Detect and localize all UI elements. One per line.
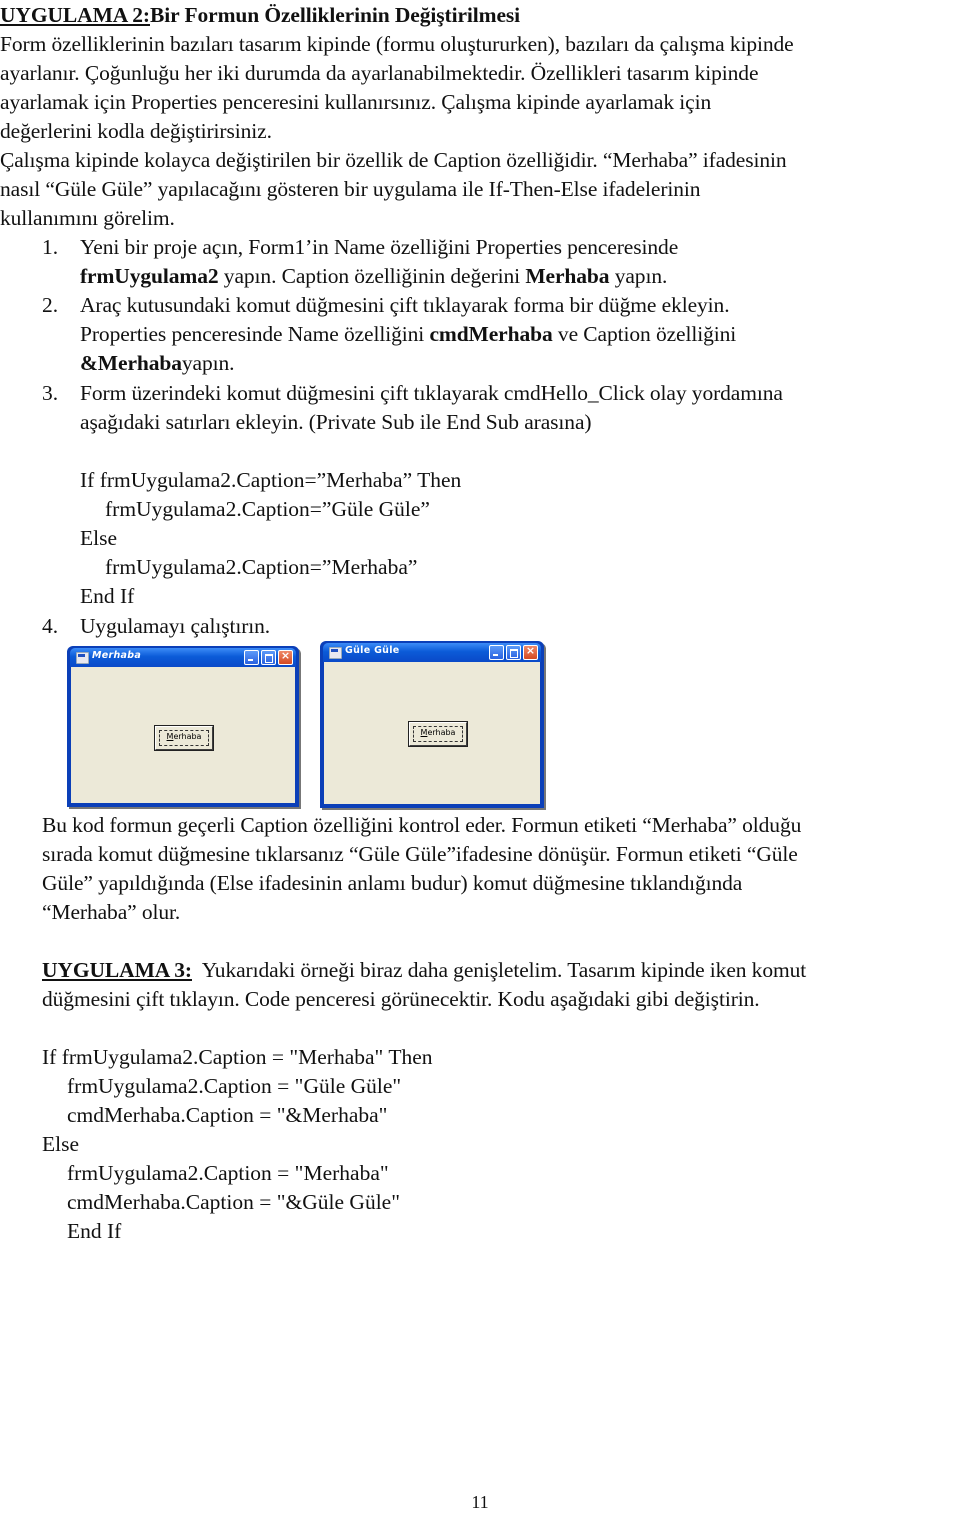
step-number: 2. bbox=[42, 293, 59, 317]
explanation-line: Bu kod formun geçerli Caption özelliğini… bbox=[42, 813, 802, 837]
form-window-merhaba: Merhaba × Merhaba bbox=[67, 646, 299, 807]
bold-term: &Merhaba bbox=[80, 351, 182, 375]
close-icon[interactable]: × bbox=[278, 649, 293, 665]
maximize-icon[interactable] bbox=[506, 645, 521, 660]
section3-intro: UYGULAMA 3: Yukarıdaki örneği biraz daha… bbox=[42, 956, 806, 985]
step-text-part: yapın. bbox=[609, 264, 668, 288]
merhaba-command-button[interactable]: Merhaba bbox=[154, 725, 214, 751]
code-line: Else bbox=[42, 1132, 80, 1156]
accelerator-key: M bbox=[420, 728, 428, 737]
title-bar: Merhaba × bbox=[70, 648, 296, 667]
code-line: cmdMerhaba.Caption = "&Güle Güle" bbox=[67, 1190, 400, 1214]
step-text-part: yapın. Caption özelliğinin değerini bbox=[218, 264, 526, 288]
window-title: Merhaba bbox=[92, 650, 142, 661]
window-title: Güle Güle bbox=[345, 645, 400, 656]
step-text: &Merhabayapın. bbox=[80, 349, 235, 378]
section2-heading-title: Bir Formun Özelliklerinin Değiştirilmesi bbox=[150, 3, 521, 27]
code-line: frmUygulama2.Caption=”Güle Güle” bbox=[105, 497, 430, 521]
explanation-line: sırada komut düğmesine tıklarsanız “Güle… bbox=[42, 842, 798, 866]
form-icon bbox=[76, 652, 89, 664]
page-number: 11 bbox=[471, 1492, 489, 1512]
intro-line: kullanımını görelim. bbox=[0, 206, 175, 230]
button-label: Merhaba bbox=[166, 732, 202, 741]
code-line: End If bbox=[67, 1219, 122, 1243]
code-line: cmdMerhaba.Caption = "&Merhaba" bbox=[67, 1103, 388, 1127]
section3-text: düğmesini çift tıklayın. Code penceresi … bbox=[42, 987, 760, 1011]
code-line: frmUygulama2.Caption = "Merhaba" bbox=[67, 1161, 389, 1185]
step-text: Araç kutusundaki komut düğmesini çift tı… bbox=[80, 293, 730, 317]
intro-line: değerlerini kodla değiştirirsiniz. bbox=[0, 119, 272, 143]
intro-line: ayarlanır. Çoğunluğu her iki durumda da … bbox=[0, 61, 759, 85]
code-line: frmUygulama2.Caption=”Merhaba” bbox=[105, 555, 418, 579]
title-bar: Güle Güle × bbox=[323, 643, 541, 662]
code-line: End If bbox=[80, 584, 135, 608]
accelerator-key: M bbox=[166, 732, 174, 741]
section3-text: Yukarıdaki örneği biraz daha genişleteli… bbox=[192, 958, 807, 982]
step-text: frmUygulama2 yapın. Caption özelliğinin … bbox=[80, 262, 667, 291]
step-text: aşağıdaki satırları ekleyin. (Private Su… bbox=[80, 410, 592, 434]
merhaba-command-button[interactable]: Merhaba bbox=[408, 721, 468, 747]
button-label: Merhaba bbox=[420, 728, 456, 737]
maximize-icon[interactable] bbox=[261, 650, 276, 665]
step-number: 1. bbox=[42, 235, 59, 259]
step-text-part: ve Caption özelliğini bbox=[552, 322, 737, 346]
step-text: Properties penceresinde Name özelliğini … bbox=[80, 320, 736, 349]
section3-heading: UYGULAMA 3: bbox=[42, 958, 192, 982]
bold-term: frmUygulama2 bbox=[80, 264, 219, 288]
step-text: Uygulamayı çalıştırın. bbox=[80, 614, 271, 638]
step-text-part: yapın. bbox=[181, 351, 235, 375]
code-line: Else bbox=[80, 526, 118, 550]
explanation-line: Güle” yapıldığında (Else ifadesinin anla… bbox=[42, 871, 743, 895]
step-text: Form üzerindeki komut düğmesini çift tık… bbox=[80, 381, 783, 405]
intro-line: nasıl “Güle Güle” yapılacağını gösteren … bbox=[0, 177, 701, 201]
form-window-gule-gule: Güle Güle × Merhaba bbox=[320, 641, 544, 808]
code-line: If frmUygulama2.Caption=”Merhaba” Then bbox=[80, 468, 462, 492]
code-line: frmUygulama2.Caption = "Güle Güle" bbox=[67, 1074, 402, 1098]
explanation-line: “Merhaba” olur. bbox=[42, 900, 181, 924]
section2-heading: UYGULAMA 2:Bir Formun Özelliklerinin Değ… bbox=[0, 1, 520, 30]
section2-heading-label: UYGULAMA 2: bbox=[0, 3, 150, 27]
close-icon[interactable]: × bbox=[523, 644, 538, 660]
intro-line: Form özelliklerinin bazıları tasarım kip… bbox=[0, 32, 794, 56]
intro-line: ayarlamak için Properties penceresini ku… bbox=[0, 90, 712, 114]
intro-line: Çalışma kipinde kolayca değiştirilen bir… bbox=[0, 148, 787, 172]
minimize-icon[interactable] bbox=[489, 645, 504, 660]
code-line: If frmUygulama2.Caption = "Merhaba" Then bbox=[42, 1045, 433, 1069]
step-number: 4. bbox=[42, 614, 59, 638]
step-text: Yeni bir proje açın, Form1’in Name özell… bbox=[80, 235, 679, 259]
form-icon bbox=[329, 647, 342, 659]
step-text-part: Properties penceresinde Name özelliğini bbox=[80, 322, 430, 346]
bold-term: cmdMerhaba bbox=[429, 322, 553, 346]
step-number: 3. bbox=[42, 381, 59, 405]
minimize-icon[interactable] bbox=[244, 650, 259, 665]
bold-term: Merhaba bbox=[525, 264, 610, 288]
